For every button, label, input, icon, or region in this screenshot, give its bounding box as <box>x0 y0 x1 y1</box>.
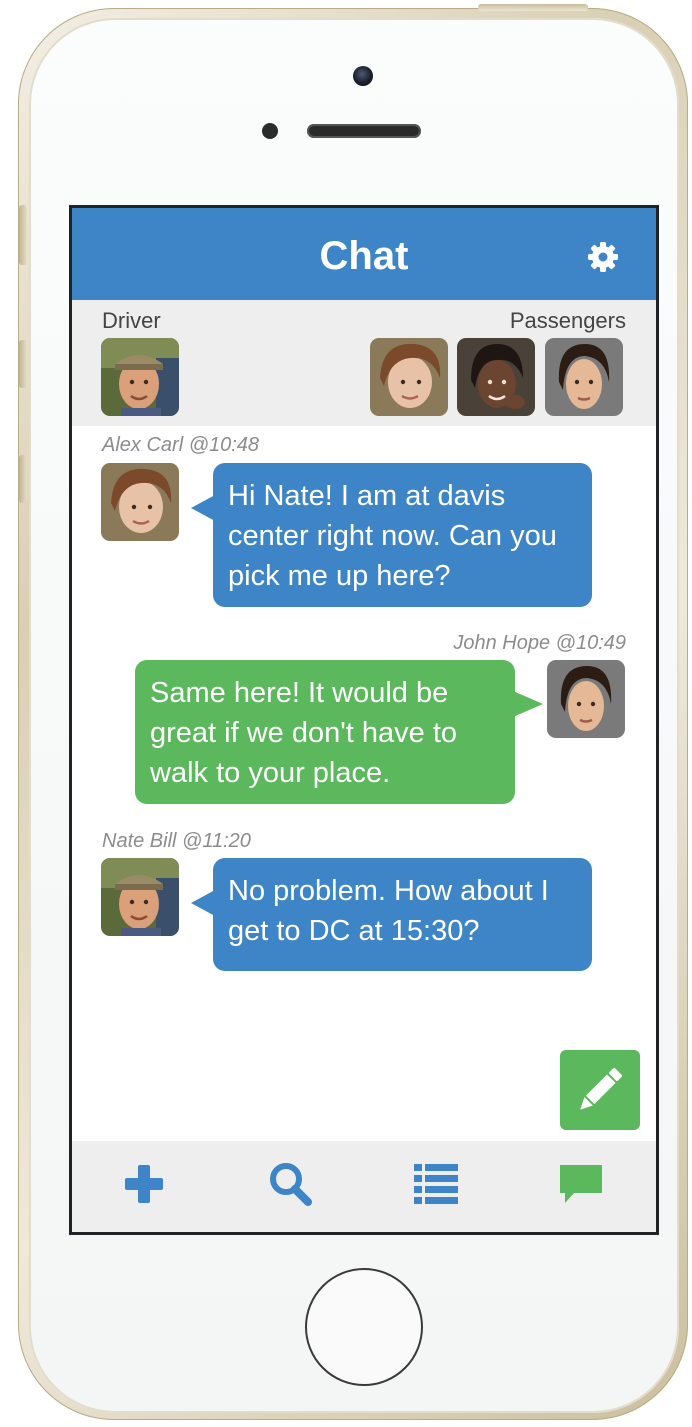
chat-bubble-icon[interactable] <box>556 1159 606 1209</box>
gear-icon[interactable] <box>586 240 620 274</box>
sender-avatar[interactable] <box>547 660 625 738</box>
tab-bar <box>72 1141 656 1232</box>
message-meta: Nate Bill @11:20 <box>102 830 251 852</box>
sender-avatar[interactable] <box>101 858 179 936</box>
plus-icon[interactable] <box>119 1159 169 1209</box>
passengers-label: Passengers <box>509 308 626 333</box>
message-bubble: Same here! It would be great if we don't… <box>135 660 515 804</box>
passenger-avatar[interactable] <box>457 338 535 416</box>
driver-label: Driver <box>102 308 161 333</box>
list-icon[interactable] <box>411 1159 461 1209</box>
bubble-tail <box>191 495 215 521</box>
home-button[interactable] <box>305 1268 423 1386</box>
front-camera <box>353 66 373 86</box>
message-meta: John Hope @10:49 <box>453 632 626 654</box>
page-title: Chat <box>319 234 409 278</box>
app-screen: Chat Driver Passengers Alex Carl @10:48 … <box>69 205 659 1235</box>
message-bubble: No problem. How about I get to DC at 15:… <box>213 858 592 971</box>
riders-panel: Driver Passengers <box>72 300 656 426</box>
search-icon[interactable] <box>265 1159 315 1209</box>
passenger-avatar[interactable] <box>370 338 448 416</box>
pencil-icon <box>580 1067 623 1110</box>
power-button <box>478 4 588 11</box>
nav-bar: Chat <box>72 208 656 300</box>
earpiece-speaker <box>307 124 421 138</box>
bubble-tail <box>513 691 543 717</box>
mute-switch <box>19 205 27 265</box>
passenger-avatar[interactable] <box>545 338 623 416</box>
proximity-sensor <box>262 123 278 139</box>
volume-down-button <box>19 455 27 503</box>
driver-avatar[interactable] <box>101 338 179 416</box>
volume-up-button <box>19 340 27 388</box>
compose-button[interactable] <box>560 1050 640 1130</box>
sender-avatar[interactable] <box>101 463 179 541</box>
message-meta: Alex Carl @10:48 <box>102 434 260 456</box>
message-bubble: Hi Nate! I am at davis center right now.… <box>213 463 592 607</box>
bubble-tail <box>191 890 215 916</box>
